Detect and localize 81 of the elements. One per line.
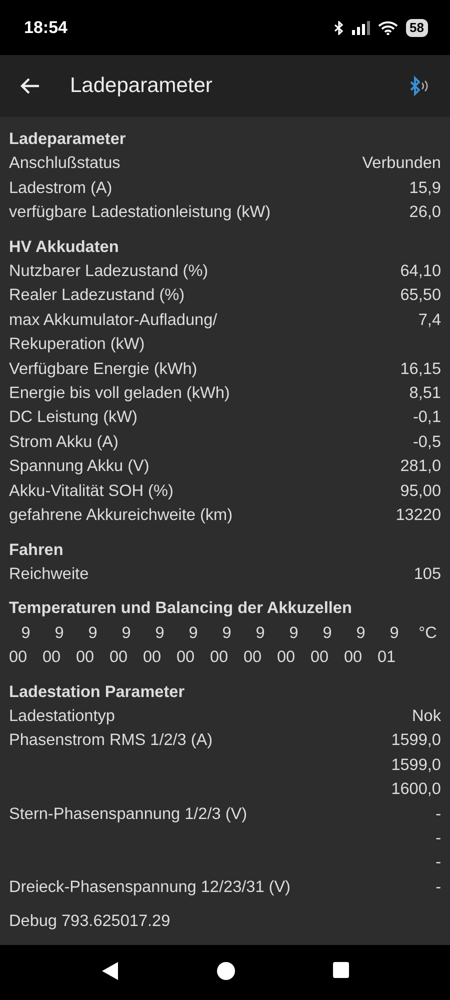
cell-balancing: 00 [210, 647, 230, 668]
cell-temperature: 9 [54, 622, 65, 644]
row-value: -0,5 [412, 432, 441, 453]
cell-temperature: 9 [322, 622, 333, 644]
cell-balancing: 00 [244, 647, 263, 668]
row-label: Realer Ladezustand (%) [9, 285, 185, 306]
row-value: 15,9 [409, 178, 441, 199]
row-value: 8,51 [409, 383, 441, 404]
row-value: 16,15 [400, 358, 441, 380]
wifi-icon [378, 20, 398, 34]
row-label: gefahrene Akkureichweite (km) [9, 505, 233, 526]
cell-balancing: 00 [344, 647, 364, 668]
row-label: Anschlußstatus [9, 153, 120, 174]
cell-temperature: 9 [20, 622, 32, 644]
row-label: Spannung Akku (V) [9, 456, 150, 478]
row-value: 13220 [396, 505, 441, 526]
row-label: max Akkumulator-Aufladung/ Rekuperation (kW) [9, 310, 218, 356]
row-value: - [436, 876, 441, 898]
row-label: Ladestationtyp [9, 706, 115, 727]
row-label: DC Leistung (kW) [9, 407, 138, 428]
row-label: verfügbare Ladestationleistung (kW) [9, 202, 271, 224]
cell-balancing: 00 [277, 647, 296, 668]
row-label: Dreieck-Phasenspannung 12/23/31 (V) [9, 876, 290, 898]
row-label: Akku-Vitalität SOH (%) [9, 480, 174, 502]
back-arrow-icon[interactable] [20, 77, 40, 95]
status-time: 18:54 [24, 16, 68, 39]
row-label: Energie bis voll geladen (kWh) [9, 383, 230, 404]
cell-temperature: 9 [221, 622, 232, 644]
row-value: - [436, 828, 441, 849]
row-label: Reichweite [9, 564, 89, 585]
row-label: Nutzbarer Ladezustand (%) [9, 261, 208, 282]
cell-balancing: 00 [110, 647, 129, 668]
battery-indicator: 58 [406, 18, 428, 36]
cell-temperature: 9 [87, 622, 98, 644]
recents-icon[interactable] [332, 961, 350, 979]
cell-temperature: 9 [355, 622, 366, 644]
section-heading: Ladeparameter [9, 129, 127, 150]
cell-balancing: 00 [143, 647, 162, 668]
home-icon[interactable] [216, 961, 236, 981]
row-label: Verfügbare Energie (kWh) [9, 358, 198, 380]
row-value: - [436, 852, 441, 874]
row-value: 281,0 [400, 456, 441, 478]
row-label: Ladestrom (A) [9, 178, 112, 199]
cell-balancing: 00 [42, 647, 62, 668]
temperature-unit: °C [418, 622, 438, 644]
cell-balancing: 00 [9, 647, 28, 668]
debug-text: Debug 793.625017.29 [9, 911, 172, 932]
cell-temperature: 9 [120, 622, 132, 644]
row-label: Phasenstrom RMS 1/2/3 (A) [9, 730, 213, 752]
section-heading: HV Akkudaten [9, 236, 120, 258]
back-icon[interactable] [100, 961, 120, 981]
row-value: 26,0 [409, 202, 441, 224]
cell-temperature: 9 [254, 622, 266, 644]
cell-temperature: 9 [154, 622, 166, 644]
row-value: Nok [412, 706, 441, 727]
row-label: Strom Akku (A) [9, 432, 118, 453]
row-value: 1599,0 [391, 730, 441, 752]
cell-balancing: 00 [310, 647, 330, 668]
row-value: 7,4 [418, 310, 441, 331]
row-label: Stern-Phasenspannung 1/2/3 (V) [9, 804, 248, 825]
bluetooth-icon [334, 20, 344, 34]
section-heading: Fahren [9, 540, 64, 560]
cell-temperature: 9 [188, 622, 199, 644]
cell-temperature: 9 [388, 622, 400, 644]
row-value: -0,1 [412, 407, 441, 428]
row-value: 105 [414, 564, 441, 585]
cell-balancing: 00 [176, 647, 196, 668]
cell-balancing: 00 [76, 647, 96, 668]
cell-balancing: 01 [378, 647, 397, 668]
section-heading: Temperaturen und Balancing der Akkuzellen [9, 598, 353, 620]
row-value: Verbunden [362, 153, 441, 174]
row-value: 65,50 [400, 285, 441, 306]
section-heading: Ladestation Parameter [9, 682, 186, 703]
cell-temperature: 9 [288, 622, 300, 644]
row-value: - [436, 804, 441, 825]
row-value: 95,00 [400, 480, 441, 502]
row-value: 1600,0 [391, 779, 441, 800]
row-value: 1599,0 [391, 754, 441, 776]
row-value: 64,10 [400, 261, 441, 282]
signal-icon [352, 20, 370, 34]
screen-title: Ladeparameter [70, 73, 212, 100]
